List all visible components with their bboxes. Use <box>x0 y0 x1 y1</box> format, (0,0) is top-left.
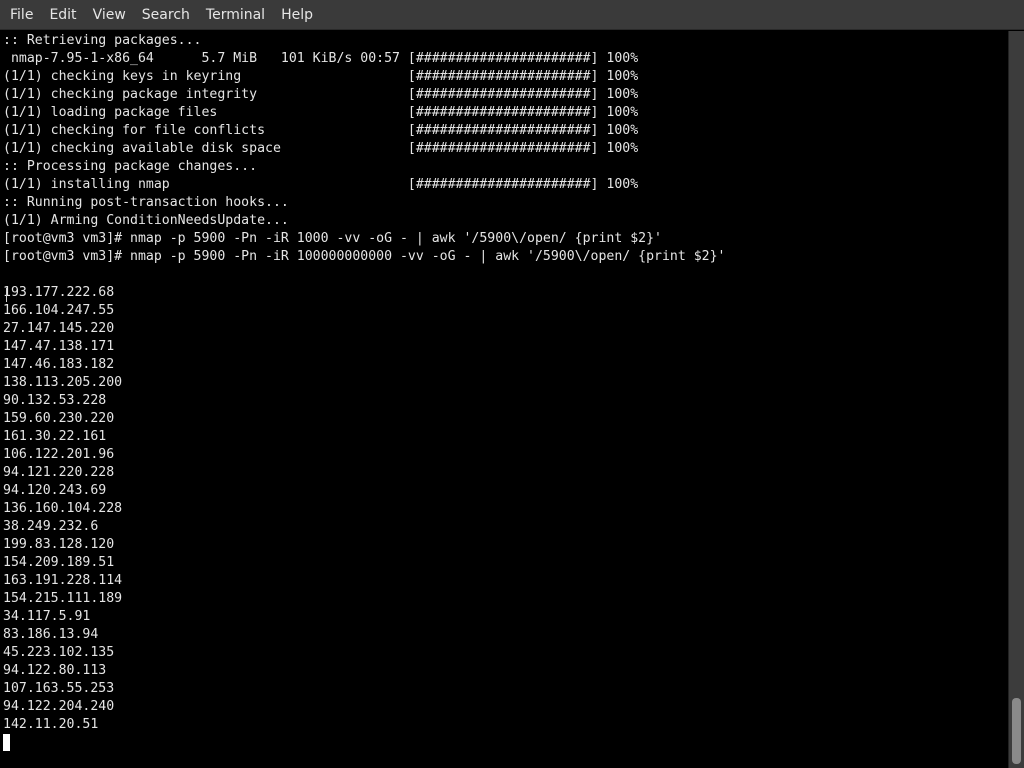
ip-result-line: 161.30.22.161 <box>3 429 107 444</box>
ip-result-line: 159.60.230.220 <box>3 411 115 426</box>
menu-bar: File Edit View Search Terminal Help <box>0 0 1024 30</box>
menu-file[interactable]: File <box>2 0 41 30</box>
ip-result-line: 147.47.138.171 <box>3 339 115 354</box>
menu-view[interactable]: View <box>85 0 134 30</box>
ip-result-line: 83.186.13.94 <box>3 627 99 642</box>
terminal-line: (1/1) checking for file conflicts [#####… <box>3 123 639 138</box>
terminal-line: (1/1) Arming ConditionNeedsUpdate... <box>3 213 289 228</box>
ip-result-line: 166.104.247.55 <box>3 303 115 318</box>
terminal-window: File Edit View Search Terminal Help :: R… <box>0 0 1024 768</box>
terminal-scrollbar[interactable] <box>1008 31 1024 768</box>
ip-result-line: 34.117.5.91 <box>3 609 91 624</box>
menu-search[interactable]: Search <box>134 0 198 30</box>
terminal-line: :: Retrieving packages... <box>3 33 202 48</box>
ip-result-line: 138.113.205.200 <box>3 375 123 390</box>
terminal-command-line: [root@vm3 vm3]# nmap -p 5900 -Pn -iR 100… <box>3 249 726 264</box>
terminal-line: (1/1) checking available disk space [###… <box>3 141 639 156</box>
ip-result-line: 142.11.20.51 <box>3 717 99 732</box>
terminal-lines: :: Retrieving packages... nmap-7.95-1-x8… <box>3 32 726 734</box>
ip-result-line: 107.163.55.253 <box>3 681 115 696</box>
terminal-line: :: Processing package changes... <box>3 159 258 174</box>
terminal-line: :: Running post-transaction hooks... <box>3 195 289 210</box>
mouse-text-cursor-icon <box>6 288 7 302</box>
menu-edit[interactable]: Edit <box>41 0 84 30</box>
ip-result-line: 90.132.53.228 <box>3 393 107 408</box>
ip-result-line: 154.215.111.189 <box>3 591 123 606</box>
ip-result-line: 136.160.104.228 <box>3 501 123 516</box>
ip-result-line: 27.147.145.220 <box>3 321 115 336</box>
ip-result-line: 38.249.232.6 <box>3 519 99 534</box>
terminal-line: (1/1) installing nmap [#################… <box>3 177 639 192</box>
terminal-line: nmap-7.95-1-x86_64 5.7 MiB 101 KiB/s 00:… <box>3 51 639 66</box>
ip-result-line: 94.120.243.69 <box>3 483 107 498</box>
menu-help[interactable]: Help <box>273 0 321 30</box>
ip-result-line: 193.177.222.68 <box>3 285 115 300</box>
ip-result-line: 154.209.189.51 <box>3 555 115 570</box>
menu-terminal[interactable]: Terminal <box>198 0 273 30</box>
ip-result-line: 106.122.201.96 <box>3 447 115 462</box>
ip-result-line: 94.122.80.113 <box>3 663 107 678</box>
terminal-command-line: [root@vm3 vm3]# nmap -p 5900 -Pn -iR 100… <box>3 231 662 246</box>
terminal-line: (1/1) loading package files [###########… <box>3 105 639 120</box>
ip-result-line: 199.83.128.120 <box>3 537 115 552</box>
terminal-line: (1/1) checking package integrity [######… <box>3 87 639 102</box>
terminal-block-cursor <box>3 734 10 751</box>
ip-result-line: 94.122.204.240 <box>3 699 115 714</box>
ip-result-line: 45.223.102.135 <box>3 645 115 660</box>
ip-result-line: 94.121.220.228 <box>3 465 115 480</box>
ip-result-line: 163.191.228.114 <box>3 573 123 588</box>
terminal-line: (1/1) checking keys in keyring [########… <box>3 69 639 84</box>
scrollbar-thumb[interactable] <box>1012 698 1021 764</box>
terminal-output-area[interactable]: :: Retrieving packages... nmap-7.95-1-x8… <box>0 31 1008 768</box>
ip-result-line: 147.46.183.182 <box>3 357 115 372</box>
